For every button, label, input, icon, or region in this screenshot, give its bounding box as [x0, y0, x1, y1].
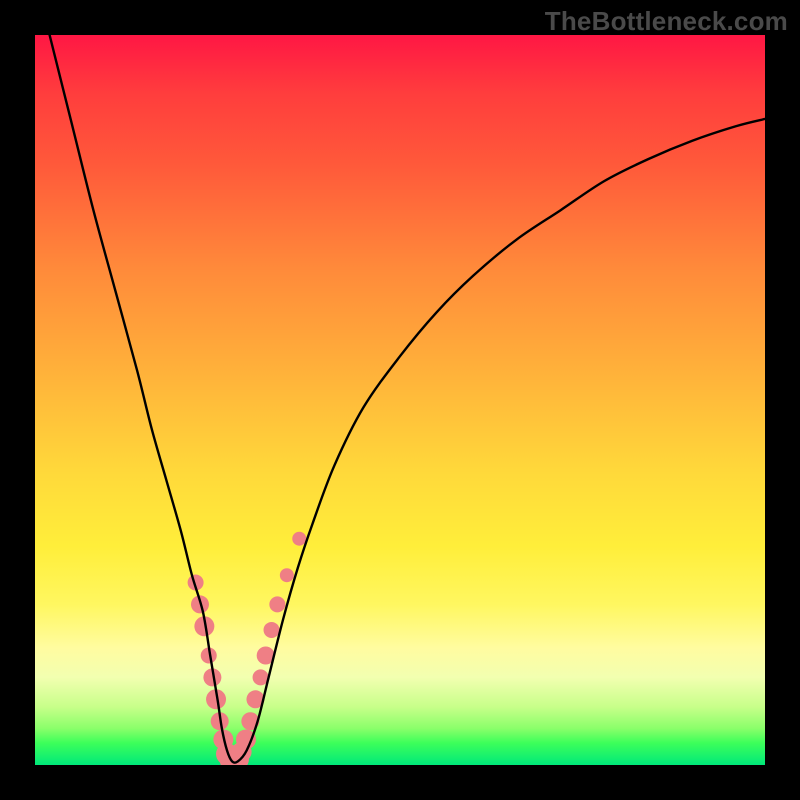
highlight-point [280, 568, 294, 582]
highlight-points-group [188, 532, 307, 765]
chart-svg [35, 35, 765, 765]
chart-frame: TheBottleneck.com [0, 0, 800, 800]
highlight-point [269, 596, 285, 612]
highlight-point [292, 532, 306, 546]
watermark-text: TheBottleneck.com [545, 6, 788, 37]
bottleneck-curve [50, 35, 765, 763]
plot-area [35, 35, 765, 765]
highlight-point [264, 622, 280, 638]
